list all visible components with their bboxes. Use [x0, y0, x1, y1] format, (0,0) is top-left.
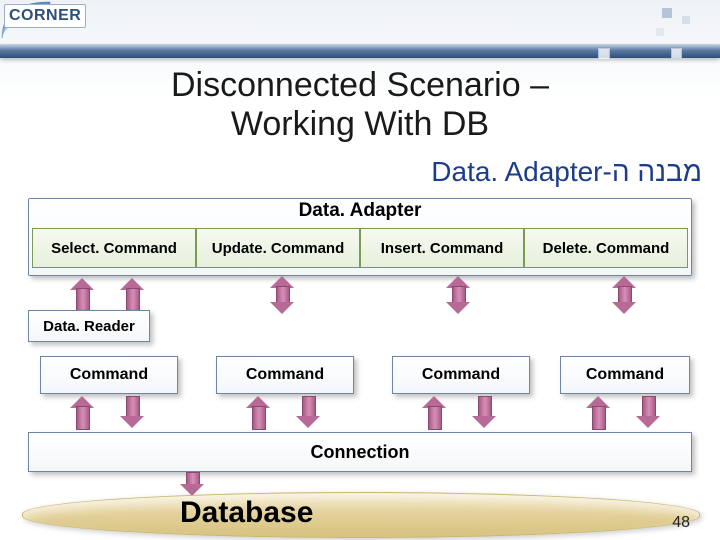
connection-box: Connection: [28, 432, 692, 472]
command-box-3: Command: [392, 356, 530, 394]
arrow-down-icon: [296, 396, 320, 428]
database-label: Database: [180, 496, 313, 530]
arrow-up-icon: [120, 278, 144, 310]
arrow-up-icon: [246, 396, 270, 428]
command-box-4: Command: [560, 356, 690, 394]
insert-command-cell: Insert. Command: [360, 228, 524, 268]
arrow-both-icon: [270, 276, 294, 314]
arrow-down-icon: [180, 472, 204, 496]
update-command-cell: Update. Command: [196, 228, 360, 268]
arrow-up-icon: [586, 396, 610, 428]
slide-title: Disconnected Scenario – Working With DB: [0, 66, 720, 144]
delete-command-cell: Delete. Command: [524, 228, 688, 268]
slide-subtitle: מבנה ה-Data. Adapter: [431, 156, 702, 188]
command-box-2: Command: [216, 356, 354, 394]
arrow-up-icon: [70, 278, 94, 310]
arrow-down-icon: [472, 396, 496, 428]
slide-title-line2: Working With DB: [231, 105, 489, 143]
command-box-1: Command: [40, 356, 178, 394]
decor-square-icon: [682, 16, 690, 24]
subtitle-latin: Data. Adapter: [431, 156, 602, 187]
header-stripe: [0, 44, 720, 58]
slide-title-line1: Disconnected Scenario –: [171, 66, 549, 104]
data-reader-box: Data. Reader: [28, 310, 150, 342]
arrow-down-icon: [636, 396, 660, 428]
decor-square-icon: [656, 28, 664, 36]
arrow-down-icon: [120, 396, 144, 428]
decor-square-icon: [662, 8, 672, 18]
arrow-both-icon: [446, 276, 470, 314]
subtitle-hebrew: מבנה ה-: [603, 156, 702, 187]
arrow-up-icon: [422, 396, 446, 428]
arrow-up-icon: [70, 396, 94, 428]
data-adapter-box: Data. Adapter Select. Command Update. Co…: [28, 198, 692, 276]
logo-text: CORNER: [4, 4, 86, 28]
slide-number: 48: [672, 514, 690, 532]
slide: CORNER Disconnected Scenario – Working W…: [0, 0, 720, 540]
database-cylinder-icon: [22, 492, 700, 538]
arrow-both-icon: [612, 276, 636, 314]
decor-square-icon: [598, 48, 610, 60]
data-adapter-title: Data. Adapter: [29, 200, 691, 222]
select-command-cell: Select. Command: [32, 228, 196, 268]
decor-square-icon: [671, 48, 682, 59]
adapter-command-row: Select. Command Update. Command Insert. …: [32, 228, 688, 268]
